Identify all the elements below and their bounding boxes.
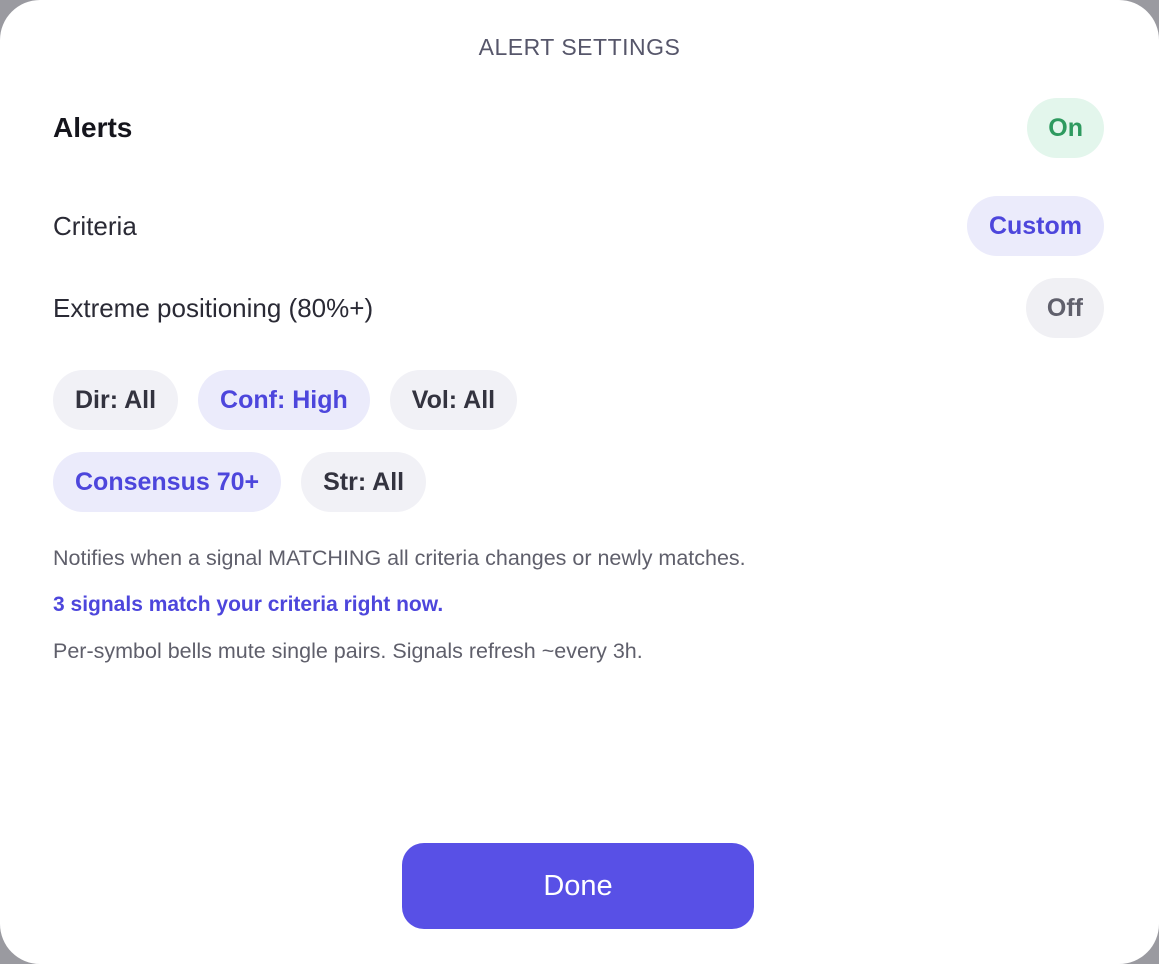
- filter-chip-direction[interactable]: Dir: All: [53, 370, 179, 430]
- filter-chip-confidence[interactable]: Conf: High: [198, 370, 370, 430]
- refresh-footnote: Per-symbol bells mute single pairs. Sign…: [53, 639, 643, 663]
- alerts-toggle[interactable]: On: [1027, 98, 1104, 158]
- alerts-label: Alerts: [53, 112, 133, 143]
- dialog-title: ALERT SETTINGS: [478, 34, 681, 60]
- criteria-label: Criteria: [53, 210, 137, 241]
- criteria-description: Notifies when a signal MATCHING all crit…: [53, 546, 746, 570]
- alert-settings-dialog: ALERT SETTINGS Alerts On Criteria Custom…: [0, 0, 1159, 964]
- extreme-positioning-label: Extreme positioning (80%+): [53, 292, 374, 323]
- extreme-positioning-row: Extreme positioning (80%+) Off: [53, 278, 1104, 338]
- filter-chip-volume[interactable]: Vol: All: [389, 370, 518, 430]
- done-button[interactable]: Done: [402, 843, 754, 929]
- match-count-text: 3 signals match your criteria right now.: [53, 593, 444, 616]
- criteria-selector[interactable]: Custom: [966, 196, 1104, 256]
- filter-chips-row-2: Consensus 70+ Str: All: [53, 452, 427, 512]
- alerts-row: Alerts On: [53, 98, 1104, 158]
- extreme-positioning-toggle[interactable]: Off: [1025, 278, 1104, 338]
- filter-chip-strength[interactable]: Str: All: [301, 452, 427, 512]
- criteria-row: Criteria Custom: [53, 196, 1104, 256]
- filter-chips-row-1: Dir: All Conf: High Vol: All: [53, 370, 518, 430]
- filter-chip-consensus[interactable]: Consensus 70+: [53, 452, 282, 512]
